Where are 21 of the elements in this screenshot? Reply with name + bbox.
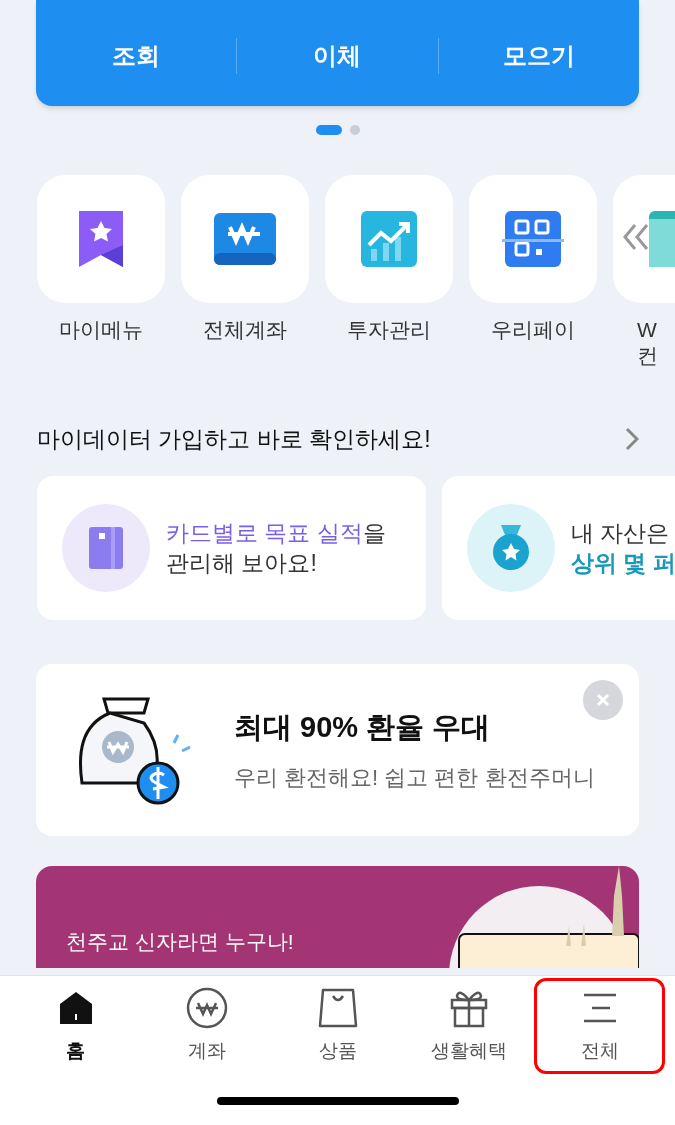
quick-menu-label: 마이메뉴 [59,317,143,343]
nav-tab[interactable]: 상품 [272,977,403,1075]
promo-card[interactable]: 최대 90% 환율 우대 우리 환전해요! 쉽고 편한 환전주머니 [36,664,639,836]
quick-menu-label: 투자관리 [347,317,431,343]
banner-text: 천주교 신자라면 누구나! [66,929,294,955]
mydata-card-text: 카드별로 목표 실적을 관리해 보아요! [166,519,386,578]
quick-menu-label: 우리페이 [491,317,575,343]
mydata-card[interactable]: 카드별로 목표 실적을 관리해 보아요! [37,476,426,620]
promo-subtitle: 우리 환전해요! 쉽고 편한 환전주머니 [234,764,595,793]
nav-tab[interactable]: 계좌 [141,977,272,1075]
nav-tab[interactable]: 생활혜택 [403,977,534,1075]
quick-menu-label: 전체계좌 [203,317,287,343]
nav-tab[interactable]: 홈 [10,977,141,1075]
event-banner[interactable]: 천주교 신자라면 누구나! [36,866,639,968]
mydata-card[interactable]: 내 자산은 상위 몇 퍼 [442,476,675,620]
quick-menu-label: 컨 [637,343,658,370]
mydata-card-text: 내 자산은 상위 몇 퍼 [571,519,675,578]
nav-tab[interactable]: 전체 [534,977,665,1075]
quick-menu-label: W [637,317,657,343]
promo-title: 최대 90% 환율 우대 [234,709,492,745]
section-title: 마이데이터 가입하고 바로 확인하세요! [37,424,431,454]
